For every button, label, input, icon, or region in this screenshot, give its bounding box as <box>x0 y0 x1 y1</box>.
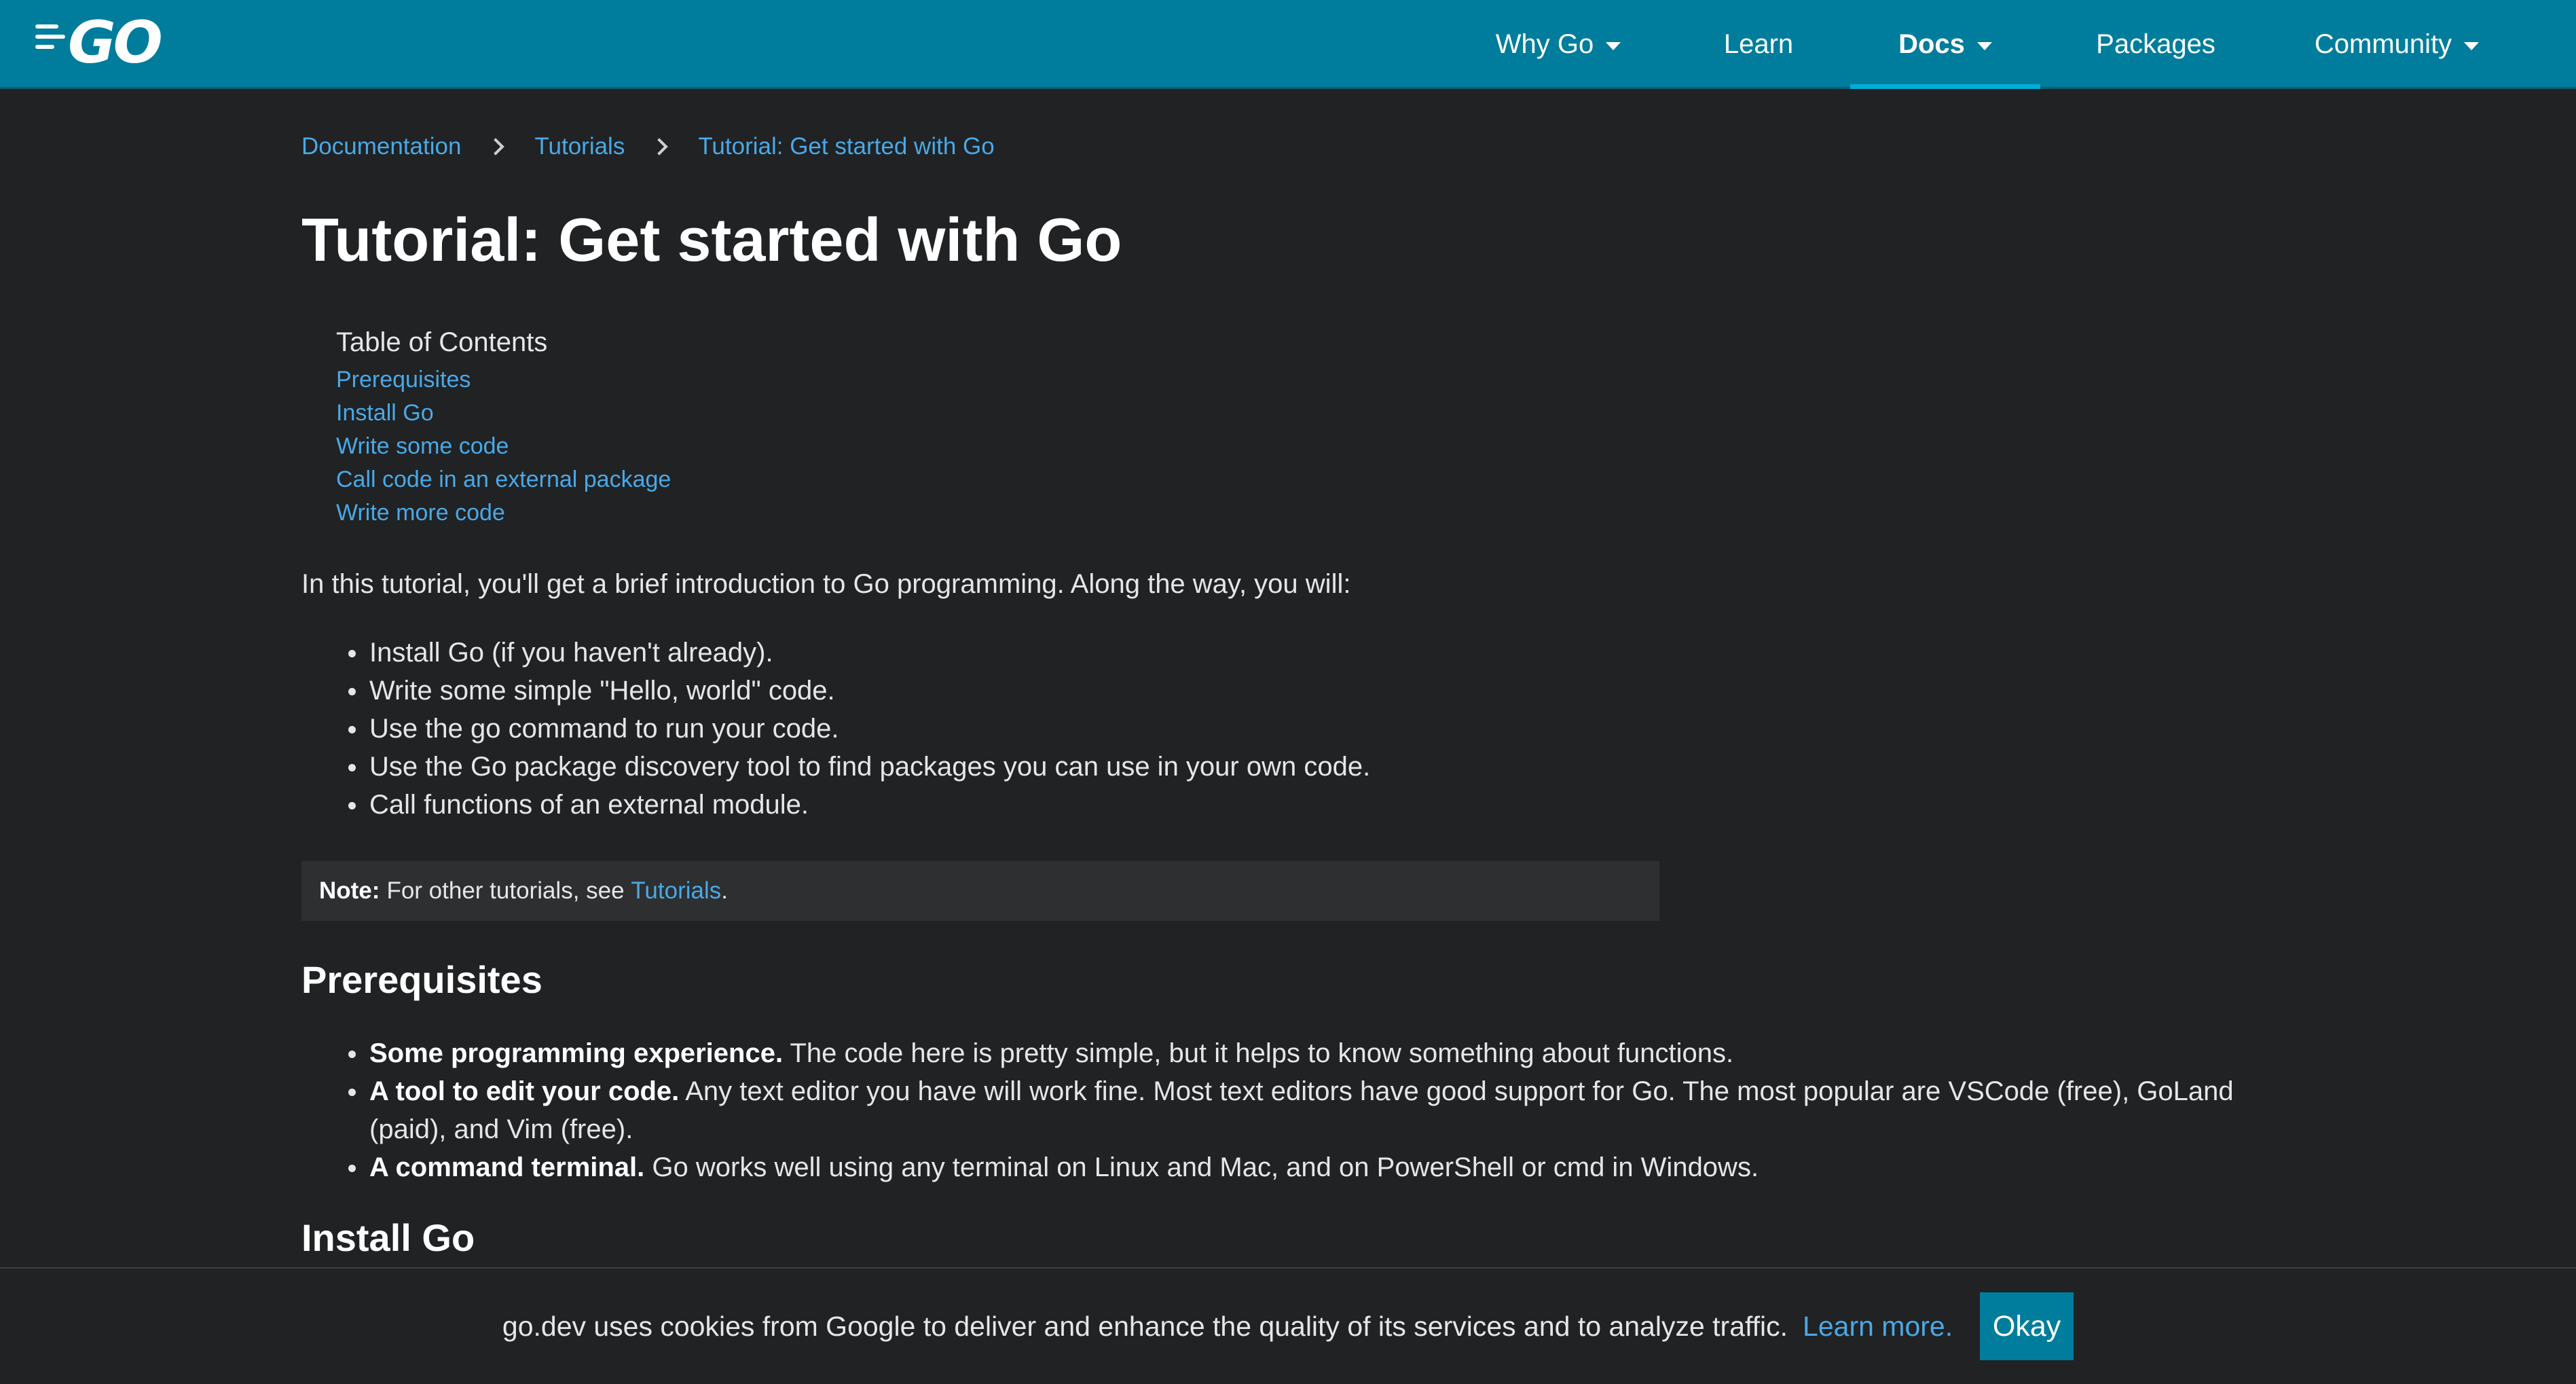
cookie-banner: go.dev uses cookies from Google to deliv… <box>0 1267 2576 1384</box>
cookie-learn-more-link[interactable]: Learn more. <box>1803 1311 1953 1343</box>
prerequisites-list: Some programming experience. The code he… <box>301 1034 2304 1186</box>
prereq-text: The code here is pretty simple, but it h… <box>790 1038 1734 1068</box>
chevron-down-icon <box>1606 41 1621 50</box>
prereq-bold: Some programming experience. <box>369 1038 784 1068</box>
cookie-text: go.dev uses cookies from Google to deliv… <box>502 1310 1788 1342</box>
nav-why-go[interactable]: Why Go <box>1473 0 1643 89</box>
install-go-heading: Install Go <box>301 1216 475 1259</box>
toc-heading: Table of Contents <box>336 327 548 357</box>
breadcrumb-documentation[interactable]: Documentation <box>301 133 461 160</box>
nav-learn[interactable]: Learn <box>1704 0 1813 89</box>
list-item: A command terminal. Go works well using … <box>301 1148 2304 1186</box>
go-logo[interactable]: GO <box>35 9 163 77</box>
list-item: Use the go command to run your code. <box>301 710 1370 748</box>
prereq-bold: A tool to edit your code. <box>369 1076 680 1106</box>
chevron-down-icon <box>1976 41 1992 50</box>
toc-link-prerequisites[interactable]: Prerequisites <box>336 363 671 397</box>
chevron-right-icon <box>487 138 505 156</box>
note-callout: Note: For other tutorials, see Tutorials… <box>301 861 1659 921</box>
nav-docs-label: Docs <box>1898 29 1965 59</box>
nav-why-go-label: Why Go <box>1495 29 1594 59</box>
page-title: Tutorial: Get started with Go <box>301 206 1122 274</box>
note-label: Note: <box>319 877 380 904</box>
speed-lines-icon <box>35 24 65 49</box>
breadcrumb-current[interactable]: Tutorial: Get started with Go <box>698 133 994 160</box>
note-text: For other tutorials, see <box>386 877 625 904</box>
chevron-right-icon <box>650 138 669 156</box>
prereq-bold: A command terminal. <box>369 1152 645 1182</box>
nav-learn-label: Learn <box>1723 29 1794 59</box>
list-item: Some programming experience. The code he… <box>301 1034 2304 1072</box>
list-item: Call functions of an external module. <box>301 786 1370 824</box>
note-tutorials-link[interactable]: Tutorials <box>631 877 721 905</box>
list-item: Install Go (if you haven't already). <box>301 634 1370 672</box>
go-logo-text: GO <box>68 9 163 77</box>
toc-link-call-external-package[interactable]: Call code in an external package <box>336 463 671 496</box>
toc-link-install-go[interactable]: Install Go <box>336 397 671 430</box>
nav-community-label: Community <box>2314 29 2452 59</box>
chevron-down-icon <box>2464 41 2480 50</box>
list-item: A tool to edit your code. Any text edito… <box>301 1072 2304 1148</box>
toc-link-write-more-code[interactable]: Write more code <box>336 496 671 530</box>
intro-bullet-list: Install Go (if you haven't already). Wri… <box>301 634 1370 824</box>
nav-packages[interactable]: Packages <box>2078 0 2234 89</box>
list-item: Use the Go package discovery tool to fin… <box>301 748 1370 786</box>
table-of-contents: Table of Contents Prerequisites Install … <box>336 327 671 530</box>
breadcrumb-tutorials[interactable]: Tutorials <box>534 133 625 160</box>
nav-docs[interactable]: Docs <box>1850 0 2040 89</box>
list-item: Write some simple "Hello, world" code. <box>301 672 1370 710</box>
intro-paragraph: In this tutorial, you'll get a brief int… <box>301 569 1351 599</box>
active-nav-indicator <box>1850 84 2040 89</box>
nav-community[interactable]: Community <box>2295 0 2499 89</box>
prereq-text: Go works well using any terminal on Linu… <box>652 1152 1759 1182</box>
top-navigation-bar: GO Why Go Learn Docs Packages Community <box>0 0 2576 89</box>
prerequisites-heading: Prerequisites <box>301 958 542 1001</box>
nav-packages-label: Packages <box>2096 29 2215 59</box>
breadcrumb: Documentation Tutorials Tutorial: Get st… <box>301 133 995 160</box>
toc-link-write-some-code[interactable]: Write some code <box>336 430 671 463</box>
note-suffix: . <box>721 877 728 904</box>
cookie-okay-button[interactable]: Okay <box>1980 1292 2074 1360</box>
